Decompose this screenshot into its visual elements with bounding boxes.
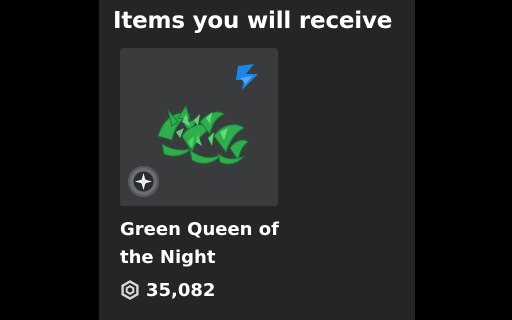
items-panel: Items you will receive Green Queen of th… xyxy=(99,0,415,320)
robux-icon xyxy=(120,280,140,300)
item-price: 35,082 xyxy=(146,279,216,301)
item-thumbnail[interactable] xyxy=(120,48,278,206)
item-name[interactable]: Green Queen of the Night xyxy=(120,216,300,272)
item-card[interactable]: Green Queen of the Night 35,082 xyxy=(120,48,280,318)
item-price-row: 35,082 xyxy=(120,278,215,302)
limited-sparkle-icon xyxy=(128,166,159,197)
page-title: Items you will receive xyxy=(113,8,393,34)
